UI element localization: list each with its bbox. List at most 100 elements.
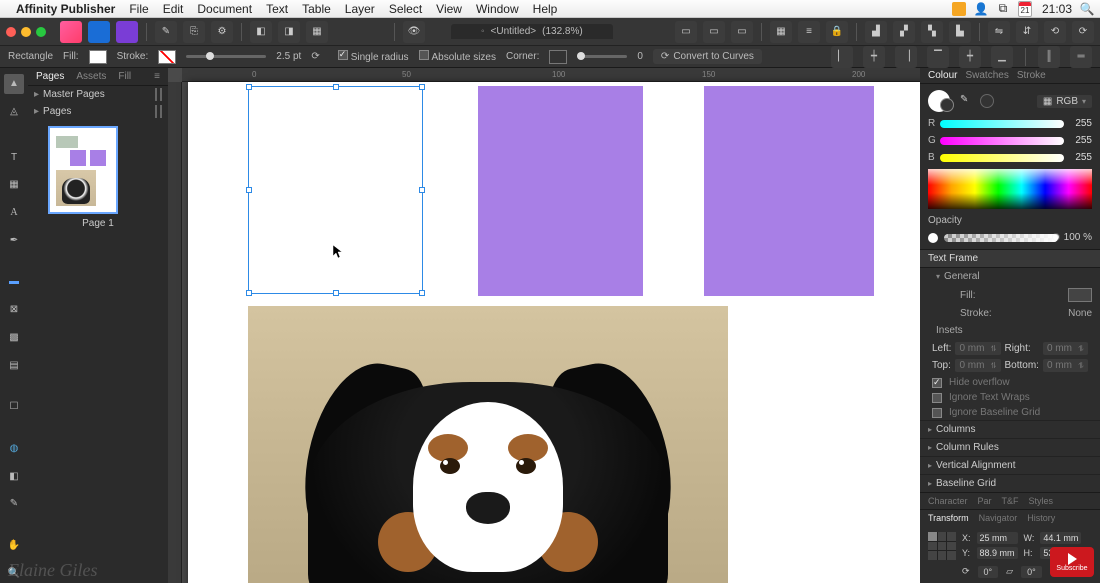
place-image-tool-icon[interactable]: ▩: [4, 328, 24, 348]
assets-tab[interactable]: Assets: [76, 71, 106, 82]
master-pages-row[interactable]: ▸Master Pages: [28, 86, 168, 103]
stroke-color-well[interactable]: [940, 98, 954, 112]
spotlight-icon[interactable]: 🔍: [1080, 2, 1094, 16]
stroke-options-icon[interactable]: ⟳: [311, 51, 319, 62]
order-forward-icon[interactable]: ▞: [893, 21, 915, 43]
rectangle-tool-icon[interactable]: ▬: [4, 272, 24, 292]
inset-right-field[interactable]: 0 mm⥮: [1043, 342, 1088, 355]
opacity-value[interactable]: 100 %: [1064, 232, 1092, 243]
inset-top-field[interactable]: 0 mm⥮: [955, 359, 1000, 372]
dog-image[interactable]: [248, 306, 728, 583]
styles-tab[interactable]: Styles: [1029, 496, 1054, 506]
blue-value[interactable]: 255: [1068, 152, 1092, 163]
menu-file[interactable]: File: [129, 2, 148, 16]
frame-stroke-value[interactable]: None: [1068, 308, 1092, 319]
transform-tab[interactable]: Transform: [928, 513, 969, 523]
view-tool-icon[interactable]: ✋: [4, 536, 24, 556]
persona-publisher-icon[interactable]: [60, 21, 82, 43]
text-frame-header[interactable]: Text Frame: [920, 249, 1100, 268]
inset-bottom-field[interactable]: 0 mm⥮: [1043, 359, 1088, 372]
paragraph-tab[interactable]: Par: [978, 496, 992, 506]
hide-overflow-checkbox[interactable]: [932, 378, 942, 388]
purple-rectangle-1[interactable]: [478, 86, 643, 296]
page-options-icon[interactable]: [160, 105, 162, 118]
pages-row[interactable]: ▸Pages: [28, 103, 168, 120]
picture-frame-tool-icon[interactable]: ⊠: [4, 300, 24, 320]
canvas-area[interactable]: 0 50 100 150 200: [168, 68, 920, 583]
align-center-h-icon[interactable]: ┿: [863, 46, 885, 68]
app-name[interactable]: Affinity Publisher: [16, 2, 115, 16]
color-mode-dropdown[interactable]: ▦ RGB ▾: [1037, 95, 1092, 108]
red-value[interactable]: 255: [1068, 118, 1092, 129]
absolute-sizes-checkbox[interactable]: [419, 50, 429, 60]
frame-text-tool-icon[interactable]: T: [4, 147, 24, 167]
character-tab[interactable]: Character: [928, 496, 968, 506]
tool-icon-b[interactable]: ◨: [278, 21, 300, 43]
node-tool-icon[interactable]: ◬: [4, 102, 24, 122]
distribute-h-icon[interactable]: ║: [1038, 46, 1060, 68]
document-tab[interactable]: ◦ <Untitled> (132.8%): [451, 24, 613, 39]
color-spectrum[interactable]: [928, 169, 1092, 209]
menu-select[interactable]: Select: [389, 2, 422, 16]
inset-left-field[interactable]: 0 mm⥮: [955, 342, 1000, 355]
pages-tab[interactable]: Pages: [36, 71, 64, 82]
calendar-icon[interactable]: 21: [1018, 2, 1032, 16]
history-tab[interactable]: History: [1027, 513, 1055, 523]
ignore-baseline-checkbox[interactable]: [932, 408, 942, 418]
corner-type-dropdown[interactable]: [549, 50, 567, 64]
flip-h-icon[interactable]: ⇋: [988, 21, 1010, 43]
selected-rectangle[interactable]: [248, 86, 423, 294]
order-back-icon[interactable]: ▙: [949, 21, 971, 43]
swatches-tab[interactable]: Swatches: [965, 70, 1008, 81]
fill-swatch[interactable]: [89, 50, 107, 64]
stroke-tab[interactable]: Stroke: [1017, 70, 1046, 81]
transform-x-field[interactable]: 25 mm: [977, 532, 1018, 544]
rotate-cw-icon[interactable]: ⟳: [1072, 21, 1094, 43]
transform-y-field[interactable]: 88.9 mm: [977, 547, 1018, 559]
fill-tool-icon[interactable]: ◍: [4, 439, 24, 459]
dropbox-icon[interactable]: ⧉: [996, 2, 1010, 16]
opacity-slider[interactable]: [944, 234, 1058, 242]
lock-icon[interactable]: 🔒: [826, 21, 848, 43]
view-mode-icon[interactable]: 👁: [403, 21, 425, 43]
colour-tab[interactable]: Colour: [928, 70, 957, 81]
transparency-tool-icon[interactable]: ◧: [4, 466, 24, 486]
purple-rectangle-2[interactable]: [704, 86, 874, 296]
align-left-icon[interactable]: ▏: [831, 46, 853, 68]
document-setup-icon[interactable]: ⎘: [183, 21, 205, 43]
anchor-selector[interactable]: [928, 532, 956, 560]
column-rules-disclosure[interactable]: ▸Column Rules: [920, 438, 1100, 456]
stock-tool-icon[interactable]: ▤: [4, 355, 24, 375]
status-icon-1[interactable]: [952, 2, 966, 16]
align-bottom-icon[interactable]: ▁: [991, 46, 1013, 68]
arrange-icon-3[interactable]: ▭: [731, 21, 753, 43]
page-1-thumbnail[interactable]: [48, 126, 118, 214]
eyedropper-sample[interactable]: [980, 94, 994, 108]
snap-icon[interactable]: ▦: [770, 21, 792, 43]
stroke-width-slider[interactable]: [186, 55, 266, 58]
transform-w-field[interactable]: 44.1 mm: [1040, 532, 1081, 544]
menu-table[interactable]: Table: [302, 2, 331, 16]
opacity-well[interactable]: [928, 233, 938, 243]
menu-document[interactable]: Document: [197, 2, 252, 16]
fill-tab[interactable]: Fill: [118, 71, 131, 82]
window-controls[interactable]: [6, 27, 46, 37]
tool-icon-c[interactable]: ▦: [306, 21, 328, 43]
stroke-swatch[interactable]: [158, 50, 176, 64]
frame-fill-swatch[interactable]: [1068, 288, 1092, 302]
columns-disclosure[interactable]: ▸Columns: [920, 420, 1100, 438]
general-disclosure[interactable]: ▾General: [920, 268, 1100, 285]
align-right-icon[interactable]: ▕: [895, 46, 917, 68]
document-page[interactable]: [188, 82, 920, 583]
persona-designer-icon[interactable]: [88, 21, 110, 43]
stroke-width-value[interactable]: 2.5 pt: [276, 51, 301, 62]
corner-value[interactable]: 0: [637, 51, 643, 62]
move-tool-icon[interactable]: ▲: [4, 74, 24, 94]
panel-menu-icon[interactable]: ≡: [154, 71, 160, 82]
align-center-v-icon[interactable]: ┿: [959, 46, 981, 68]
typography-tab[interactable]: T&F: [1002, 496, 1019, 506]
menu-edit[interactable]: Edit: [163, 2, 184, 16]
artistic-text-tool-icon[interactable]: A: [4, 203, 24, 223]
red-slider[interactable]: [940, 120, 1064, 128]
menu-window[interactable]: Window: [476, 2, 519, 16]
